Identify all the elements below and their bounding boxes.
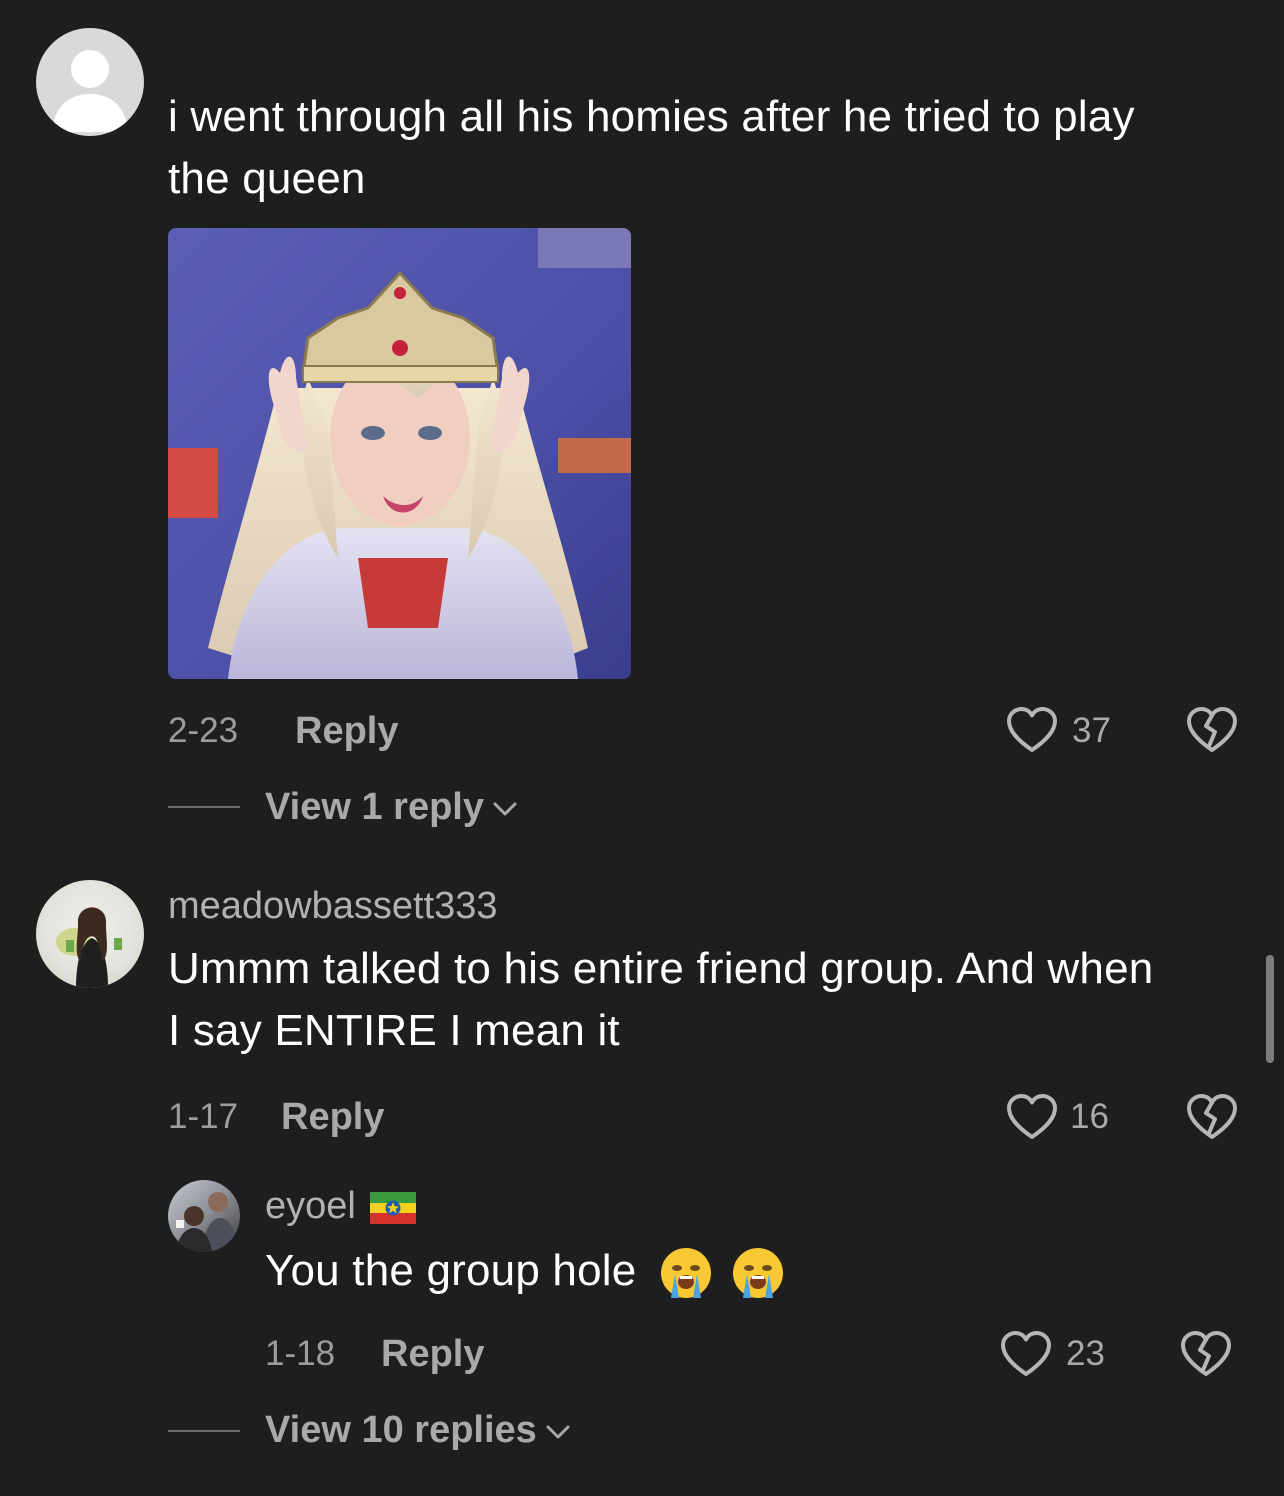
reply-username-label: eyoel [265,1185,356,1227]
comment-text-line: the queen [168,154,366,203]
comment-text-line: I say ENTIRE I mean it [168,1006,620,1055]
reply-text-label: You the group hole [265,1246,637,1295]
comment-username[interactable]: meadowbassett333 [168,884,498,928]
view-replies-label: View 1 reply [265,786,484,828]
reply-date: 1-18 [265,1334,336,1373]
view-replies-label: View 10 replies [265,1409,537,1451]
divider-line [168,1430,240,1432]
comment-text-line: Ummm talked to his entire friend group. … [168,944,1154,993]
reply-text: You the group hole [265,1240,785,1302]
comment-text: Ummm talked to his entire friend group. … [168,938,1153,1062]
broken-heart-icon[interactable] [1180,1330,1232,1378]
crying-emoji [733,1248,784,1299]
comment-text: i went through all his homies after he t… [168,86,1135,210]
default-avatar-icon [52,50,128,132]
heart-icon[interactable] [1006,706,1058,754]
comment-text-line: i went through all his homies after he t… [168,92,1135,141]
heart-icon[interactable] [1006,1093,1058,1141]
view-replies-button[interactable]: View 10 replies [265,1408,571,1452]
avatar[interactable] [36,880,144,988]
reply-button[interactable]: Reply [381,1334,484,1374]
view-replies-button[interactable]: View 1 reply [265,785,518,829]
comment-date: 2-23 [168,711,239,750]
like-count: 37 [1072,711,1111,750]
crying-emoji [660,1248,711,1299]
chevron-down-icon [493,802,517,816]
like-count: 16 [1070,1097,1109,1136]
avatar[interactable] [168,1180,240,1252]
heart-icon[interactable] [1000,1330,1052,1378]
divider-line [168,806,240,808]
broken-heart-icon[interactable] [1186,706,1238,754]
comment-date: 1-17 [168,1097,239,1136]
reply-username[interactable]: eyoel [265,1184,416,1228]
broken-heart-icon[interactable] [1186,1093,1238,1141]
ethiopia-flag [369,1191,416,1224]
chevron-down-icon [546,1425,570,1439]
reply-button[interactable]: Reply [295,711,398,751]
like-count: 23 [1066,1334,1105,1373]
avatar-default[interactable] [36,28,144,136]
scrollbar[interactable] [1266,955,1274,1063]
comment-gif-image[interactable] [168,228,631,679]
reply-button[interactable]: Reply [281,1097,384,1137]
